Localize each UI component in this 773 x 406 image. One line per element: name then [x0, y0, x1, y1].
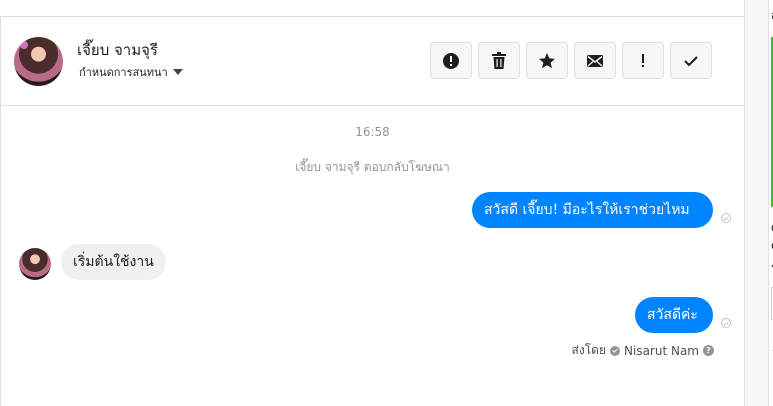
report-spam-button[interactable] — [430, 42, 472, 79]
mark-important-button[interactable] — [622, 42, 664, 79]
conversation-settings-label: กำหนดการสนทนา — [79, 66, 168, 79]
sent-by-info: ส่งโดย Nisarut Nam ? — [572, 341, 714, 360]
verified-icon — [610, 345, 620, 356]
outgoing-message[interactable]: สวัสดี เจี๊ยบ! มีอะไรให้เราช่วยไหม — [472, 192, 713, 228]
checkmark-icon — [684, 55, 698, 66]
mark-unread-button[interactable] — [574, 42, 616, 79]
delete-button[interactable] — [478, 42, 520, 79]
sent-status-icon — [721, 318, 731, 328]
conversation-panel: เจี๊ยบ จามจุรี กำหนดการสนทนา 16:58 เจี๊ย… — [0, 0, 744, 406]
right-sidebar: ส C C ร — [744, 0, 773, 406]
contact-name[interactable]: เจี๊ยบ จามจุรี — [77, 38, 158, 62]
star-button[interactable] — [526, 42, 568, 79]
help-icon[interactable]: ? — [703, 345, 714, 356]
trash-icon — [492, 51, 506, 69]
sent-by-name[interactable]: Nisarut Nam — [624, 344, 699, 358]
system-note: เจี๊ยบ จามจุรี ตอบกลับโฆษณา — [295, 160, 450, 174]
envelope-icon — [587, 54, 603, 67]
exclamation-icon — [642, 53, 644, 67]
exclamation-circle-icon — [443, 52, 459, 69]
caret-down-icon — [172, 69, 183, 75]
star-icon — [539, 52, 555, 68]
sent-status-icon — [721, 213, 731, 223]
conversation-toolbar — [430, 42, 712, 79]
message-timestamp: 16:58 — [355, 125, 390, 139]
conversation-settings-dropdown[interactable]: กำหนดการสนทนา — [79, 63, 183, 81]
mark-done-button[interactable] — [670, 42, 712, 79]
contact-avatar-small[interactable] — [19, 248, 51, 280]
sent-by-label: ส่งโดย — [571, 343, 606, 357]
message-thread: 16:58 เจี๊ยบ จามจุรี ตอบกลับโฆษณา สวัสดี… — [1, 106, 744, 406]
contact-avatar[interactable] — [14, 37, 63, 86]
conversation-header: เจี๊ยบ จามจุรี กำหนดการสนทนา — [1, 17, 744, 106]
outgoing-message[interactable]: สวัสดีค่ะ — [635, 297, 713, 333]
incoming-message[interactable]: เริ่มต้นใช้งาน — [61, 244, 166, 280]
